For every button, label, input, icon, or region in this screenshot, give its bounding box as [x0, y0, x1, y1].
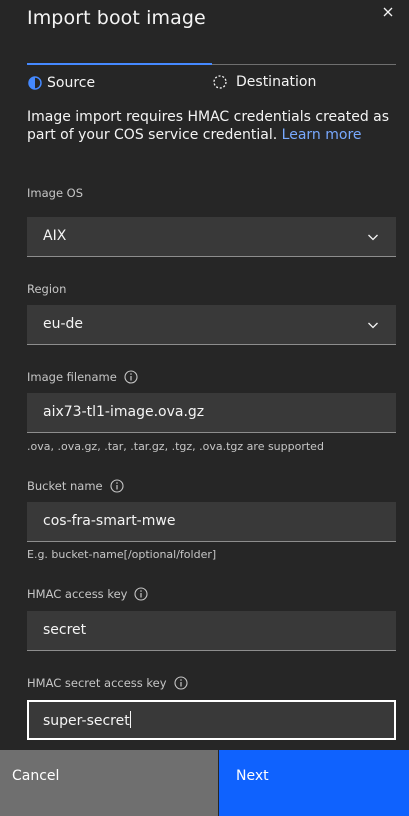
info-icon[interactable] [110, 479, 124, 493]
region-select[interactable]: eu-de [27, 305, 396, 345]
image-filename-input[interactable]: aix73-tl1-image.ova.gz [27, 393, 396, 433]
image-filename-label: Image filename [27, 370, 138, 384]
modal-title: Import boot image [27, 7, 206, 29]
region-value: eu-de [43, 316, 84, 332]
dashed-circle-icon [213, 75, 227, 89]
image-os-value: AIX [43, 228, 67, 244]
hmac-secret-access-key-label: HMAC secret access key [27, 676, 188, 690]
hmac-secret-access-key-value: super-secret [43, 711, 131, 729]
image-os-select[interactable]: AIX [27, 217, 396, 257]
next-button[interactable]: Next [219, 750, 409, 816]
hmac-access-key-label: HMAC access key [27, 587, 149, 601]
text-cursor [129, 711, 131, 728]
bucket-name-helper: E.g. bucket-name[/optional/folder] [27, 548, 217, 561]
step-destination[interactable]: Destination [212, 64, 396, 94]
hmac-secret-access-key-input[interactable]: super-secret [27, 700, 396, 740]
close-icon[interactable] [381, 5, 395, 19]
description: Image import requires HMAC credentials c… [27, 108, 395, 144]
chevron-down-icon [368, 234, 378, 241]
info-icon[interactable] [174, 676, 188, 690]
chevron-down-icon [368, 322, 378, 329]
step-source[interactable]: Source [27, 63, 212, 93]
region-label: Region [27, 282, 67, 296]
half-circle-icon [28, 76, 42, 90]
info-icon[interactable] [134, 587, 149, 601]
progress-indicator: Source Destination [27, 63, 396, 93]
hmac-access-key-value: secret [43, 622, 87, 638]
image-os-label: Image OS [27, 186, 84, 200]
bucket-name-value: cos-fra-smart-mwe [43, 513, 176, 529]
learn-more-link[interactable]: Learn more [282, 127, 362, 143]
hmac-access-key-input[interactable]: secret [27, 611, 396, 651]
step-label: Source [47, 75, 96, 91]
image-filename-value: aix73-tl1-image.ova.gz [43, 404, 205, 420]
info-icon[interactable] [124, 370, 138, 384]
bucket-name-label: Bucket name [27, 479, 124, 493]
image-filename-helper: .ova, .ova.gz, .tar, .tar.gz, .tgz, .ova… [27, 440, 324, 453]
cancel-button[interactable]: Cancel [0, 750, 218, 816]
bucket-name-input[interactable]: cos-fra-smart-mwe [27, 502, 396, 542]
step-label: Destination [236, 74, 317, 90]
